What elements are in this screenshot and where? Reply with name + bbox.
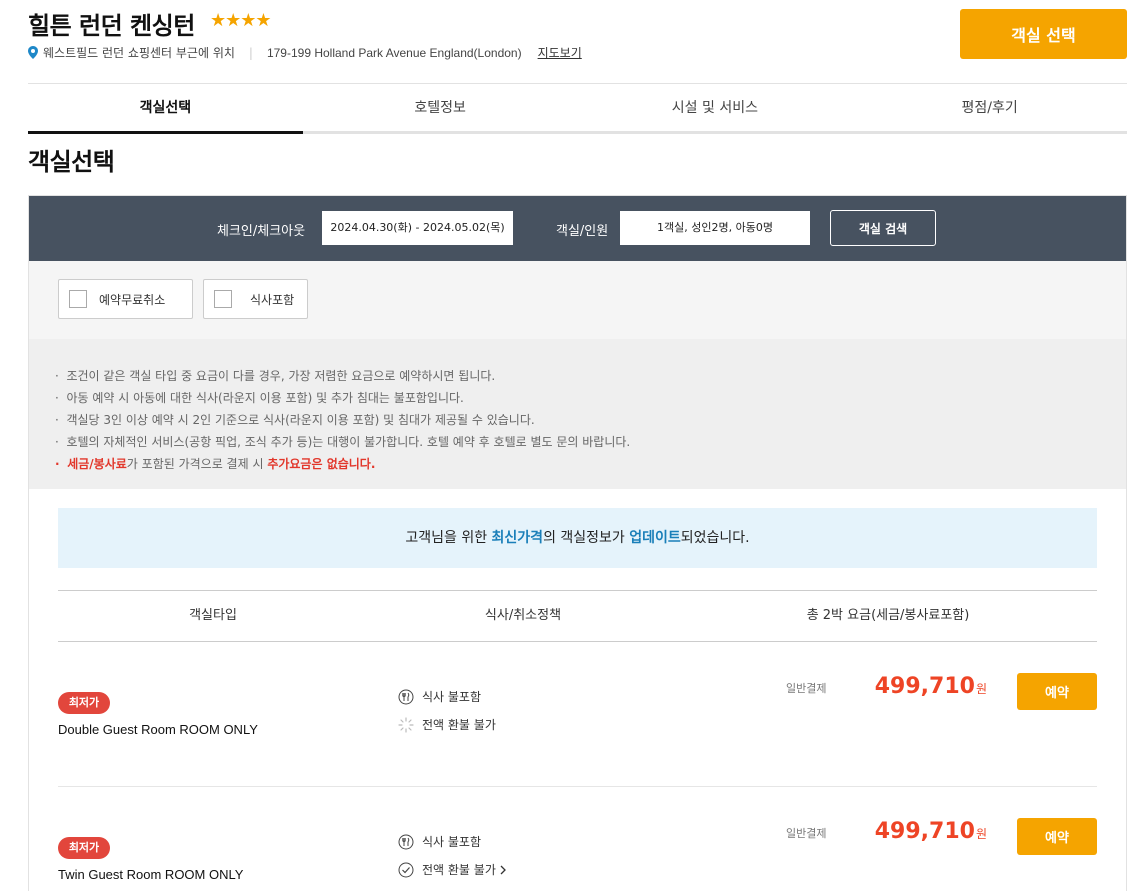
address-divider: | (248, 45, 253, 60)
select-room-button[interactable]: 객실 선택 (960, 9, 1127, 59)
checkin-date-field[interactable]: 2024.04.30(화) - 2024.05.02(목) (322, 211, 513, 245)
update-banner: 고객님을 위한 최신가격의 객실정보가 업데이트되었습니다. (58, 508, 1097, 568)
checkin-label: 체크인/체크아웃 (217, 224, 306, 239)
room-name: Double Guest Room ROOM ONLY (58, 722, 258, 737)
cutlery-icon (398, 834, 414, 849)
header-meal-policy: 식사/취소정책 (484, 608, 562, 623)
room-name: Twin Guest Room ROOM ONLY (58, 867, 244, 882)
chevron-right-icon (500, 865, 506, 874)
refund-policy[interactable]: 전액 환불 불가 (398, 861, 507, 878)
notice-line: · 아동 예약 시 아동에 대한 식사(라운지 이용 포함) 및 추가 침대는 … (55, 391, 464, 405)
payment-type: 일반결제 (786, 827, 827, 840)
room-row: 최저가 Twin Guest Room ROOM ONLY 식사 불포함 전액 … (58, 787, 1097, 891)
free-cancel-label: 예약무료취소 (99, 292, 166, 307)
meal-policy-text: 식사 불포함 (422, 835, 482, 849)
notice-box: · 조건이 같은 객실 타입 중 요금이 다를 경우, 가장 저렴한 요금으로 … (29, 339, 1126, 489)
meal-policy: 식사 불포함 (398, 833, 481, 850)
refund-policy: 전액 환불 불가 (398, 716, 496, 733)
guests-field[interactable]: 1객실, 성인2명, 아동0명 (620, 211, 810, 245)
hotel-location: 웨스트필드 런던 쇼핑센터 부근에 위치 (43, 46, 235, 60)
room-price: 499,710원 (874, 819, 987, 844)
meal-policy-text: 식사 불포함 (422, 690, 482, 704)
address-line: 웨스트필드 런던 쇼핑센터 부근에 위치 | 179-199 Holland P… (28, 44, 582, 61)
tax-notice: · 세금/봉사료가 포함된 가격으로 결제 시 추가요금은 없습니다. (55, 457, 376, 471)
notice-line: · 호텔의 자체적인 서비스(공항 픽업, 조식 추가 등)는 대행이 불가합니… (55, 435, 631, 449)
notice-line: · 조건이 같은 객실 타입 중 요금이 다를 경우, 가장 저렴한 요금으로 … (55, 369, 496, 383)
check-circle-icon (398, 862, 414, 877)
meal-included-label: 식사포함 (250, 292, 295, 307)
header-room-type: 객실타입 (189, 608, 237, 623)
section-title: 객실선택 (28, 148, 115, 176)
room-search-panel: 체크인/체크아웃 2024.04.30(화) - 2024.05.02(목) 객… (28, 195, 1127, 891)
filter-bar: 예약무료취소 식사포함 (29, 261, 1126, 339)
tab-reviews[interactable]: 평점/후기 (852, 84, 1127, 131)
table-header: 객실타입 식사/취소정책 총 2박 요금(세금/봉사료포함) (58, 590, 1097, 642)
room-row: 최저가 Double Guest Room ROOM ONLY 식사 불포함 전… (58, 642, 1097, 787)
payment-type: 일반결제 (786, 682, 827, 695)
room-search-button[interactable]: 객실 검색 (830, 210, 936, 246)
star-rating: ★★★★ (210, 10, 272, 31)
tab-hotel-info[interactable]: 호텔정보 (303, 84, 578, 131)
hotel-address: 179-199 Holland Park Avenue England(Lond… (266, 45, 522, 60)
notice-line: · 객실당 3인 이상 예약 시 2인 기준으로 식사(라운지 이용 포함) 및… (55, 413, 535, 427)
meal-included-filter[interactable]: 식사포함 (203, 279, 308, 319)
cutlery-icon (398, 689, 414, 704)
book-button[interactable]: 예약 (1017, 818, 1097, 855)
free-cancel-checkbox[interactable] (69, 290, 87, 308)
tab-room-select[interactable]: 객실선택 (28, 84, 303, 134)
meal-included-checkbox[interactable] (214, 290, 232, 308)
free-cancel-filter[interactable]: 예약무료취소 (58, 279, 193, 319)
tab-bar: 객실선택 호텔정보 시설 및 서비스 평점/후기 (28, 84, 1127, 134)
refund-policy-text: 전액 환불 불가 (422, 863, 496, 877)
lowest-price-badge: 최저가 (58, 837, 110, 859)
hotel-header: 힐튼 런던 켄싱턴 ★★★★ 웨스트필드 런던 쇼핑센터 부근에 위치 | 17… (28, 6, 1127, 70)
meal-policy: 식사 불포함 (398, 688, 481, 705)
guests-label: 객실/인원 (556, 224, 609, 239)
search-bar: 체크인/체크아웃 2024.04.30(화) - 2024.05.02(목) 객… (29, 196, 1126, 261)
header-total-price: 총 2박 요금(세금/봉사료포함) (806, 608, 970, 623)
location-pin-icon (28, 46, 38, 59)
room-price: 499,710원 (874, 674, 987, 699)
hotel-name: 힐튼 런던 켄싱턴 (28, 12, 195, 40)
book-button[interactable]: 예약 (1017, 673, 1097, 710)
map-link[interactable]: 지도보기 (538, 44, 582, 61)
lowest-price-badge: 최저가 (58, 692, 110, 714)
loading-spinner-icon (398, 716, 414, 733)
room-table: 객실타입 식사/취소정책 총 2박 요금(세금/봉사료포함) 최저가 Doubl… (58, 590, 1097, 891)
tab-facilities[interactable]: 시설 및 서비스 (578, 84, 853, 131)
refund-policy-text: 전액 환불 불가 (422, 718, 496, 732)
